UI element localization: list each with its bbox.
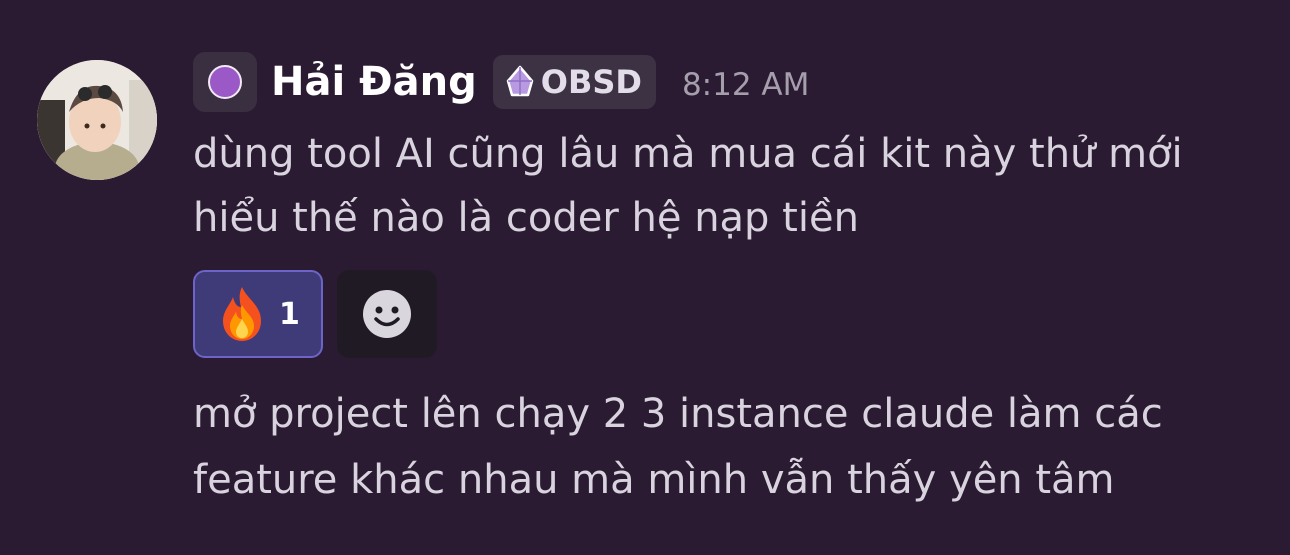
timestamp[interactable]: 8:12 AM [682,61,809,103]
reactions-bar: 1 [193,270,437,358]
message-text-line-2: hiểu thế nào là coder hệ nạp tiền [193,195,859,241]
followup-text-line-1: mở project lên chạy 2 3 instance claude … [193,391,1163,437]
gem-icon [506,65,533,97]
username[interactable]: Hải Đăng [271,52,477,112]
tag-label: OBSD [540,63,642,101]
message-text-line-1: dùng tool AI cũng lâu mà mua cái kit này… [193,131,1183,177]
fire-icon [223,287,261,341]
followup-text-line-2: feature khác nhau mà mình vẫn thấy yên t… [193,457,1115,503]
avatar-image [37,60,157,180]
avatar[interactable] [37,60,157,180]
reaction-fire[interactable]: 1 [193,270,323,358]
chat-message: Hải Đăng OBSD 8:12 AM dùng tool AI cũng … [0,0,1290,555]
add-reaction-button[interactable] [337,270,437,358]
role-icon [193,52,257,112]
smiley-icon [363,290,411,338]
message-header: Hải Đăng OBSD 8:12 AM [193,52,809,112]
reaction-count: 1 [279,296,300,332]
server-tag[interactable]: OBSD [492,55,656,109]
purple-circle-icon [208,65,242,99]
